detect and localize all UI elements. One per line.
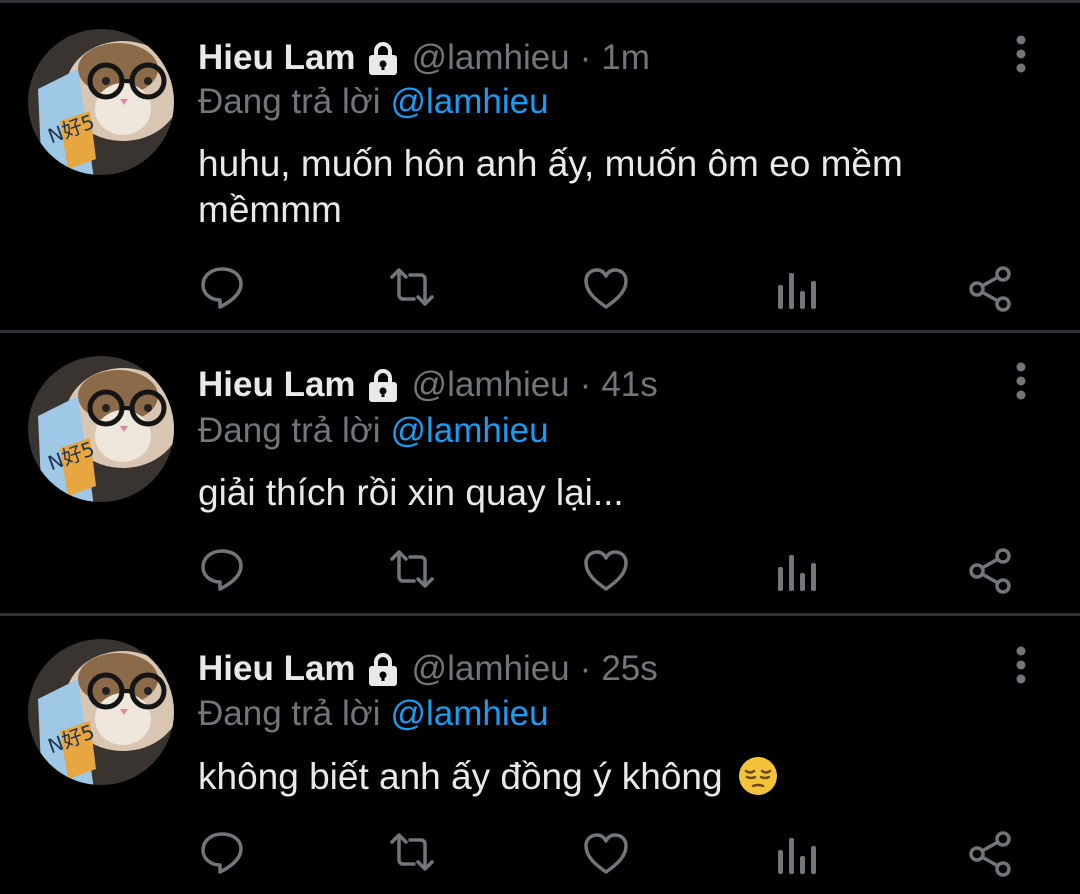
- retweet-icon: [390, 268, 434, 306]
- tweet-1[interactable]: N好5 Hieu Lam @lamhieu · 1m Đang trả lời …: [0, 3, 1080, 330]
- display-name[interactable]: Hieu Lam: [198, 649, 356, 689]
- analytics-button[interactable]: [774, 832, 822, 880]
- more-vertical-icon[interactable]: [1002, 361, 1040, 405]
- analytics-icon: [778, 555, 816, 591]
- avatar[interactable]: N好5: [28, 639, 174, 785]
- avatar[interactable]: N好5: [28, 356, 174, 502]
- separator: ·: [579, 38, 592, 77]
- analytics-icon: [778, 273, 816, 309]
- handle[interactable]: @lamhieu: [412, 365, 570, 405]
- share-button[interactable]: [966, 265, 1014, 313]
- retweet-button[interactable]: [388, 828, 436, 876]
- reply-icon: [201, 267, 243, 309]
- heart-icon: [584, 268, 628, 309]
- share-icon: [969, 831, 1011, 877]
- reply-icon: [201, 549, 243, 591]
- timestamp[interactable]: 41s: [601, 365, 657, 405]
- retweet-button[interactable]: [388, 545, 436, 593]
- tweet-3[interactable]: N好5 Hieu Lam @lamhieu · 25s Đang trả lời…: [0, 616, 1080, 894]
- heart-icon: [584, 833, 628, 874]
- retweet-icon: [390, 833, 434, 871]
- reply-prefix: Đang trả lời: [198, 694, 381, 733]
- share-button[interactable]: [966, 830, 1014, 878]
- reply-context: Đang trả lời @lamhieu: [198, 692, 549, 736]
- tweet-header: Hieu Lam @lamhieu · 25s: [198, 647, 658, 691]
- like-button[interactable]: [582, 547, 630, 595]
- retweet-button[interactable]: [388, 263, 436, 311]
- display-name[interactable]: Hieu Lam: [198, 38, 356, 78]
- retweet-icon: [390, 550, 434, 588]
- reply-context: Đang trả lời @lamhieu: [198, 409, 549, 453]
- more-vertical-icon[interactable]: [1002, 34, 1040, 78]
- tweet-text: giải thích rồi xin quay lại...: [198, 472, 624, 513]
- share-icon: [969, 548, 1011, 594]
- reply-mention[interactable]: @lamhieu: [390, 82, 548, 122]
- more-vertical-icon[interactable]: [1002, 645, 1040, 689]
- analytics-button[interactable]: [774, 267, 822, 315]
- heart-icon: [584, 550, 628, 591]
- reply-button[interactable]: [198, 263, 246, 311]
- timestamp[interactable]: 1m: [601, 38, 650, 78]
- reply-mention[interactable]: @lamhieu: [390, 411, 548, 451]
- reply-icon: [201, 832, 243, 874]
- tweet-text: không biết anh ấy đồng ý không: [198, 754, 988, 800]
- tweet-2[interactable]: N好5 Hieu Lam @lamhieu · 41s Đang trả lời…: [0, 333, 1080, 613]
- analytics-icon: [778, 838, 816, 874]
- reply-context: Đang trả lời @lamhieu: [198, 80, 549, 124]
- tweet-feed: N好5 Hieu Lam @lamhieu · 1m Đang trả lời …: [0, 0, 1080, 894]
- share-button[interactable]: [966, 547, 1014, 595]
- tweet-text: huhu, muốn hôn anh ấy, muốn ôm eo mềm mề…: [198, 143, 903, 230]
- separator: ·: [579, 649, 592, 688]
- reply-button[interactable]: [198, 828, 246, 876]
- share-icon: [969, 266, 1011, 312]
- analytics-button[interactable]: [774, 549, 822, 597]
- reply-prefix: Đang trả lời: [198, 411, 381, 450]
- separator: ·: [579, 365, 592, 404]
- like-button[interactable]: [582, 830, 630, 878]
- reply-button[interactable]: [198, 545, 246, 593]
- like-button[interactable]: [582, 265, 630, 313]
- display-name[interactable]: Hieu Lam: [198, 365, 356, 405]
- timestamp[interactable]: 25s: [601, 649, 657, 689]
- tweet-header: Hieu Lam @lamhieu · 1m: [198, 36, 650, 80]
- lock-icon: [364, 650, 402, 688]
- lock-icon: [364, 39, 402, 77]
- lock-icon: [364, 366, 402, 404]
- reply-prefix: Đang trả lời: [198, 82, 381, 121]
- tweet-header: Hieu Lam @lamhieu · 41s: [198, 363, 658, 407]
- pensive-face-emoji: [737, 755, 779, 797]
- reply-mention[interactable]: @lamhieu: [390, 694, 548, 734]
- handle[interactable]: @lamhieu: [412, 649, 570, 689]
- tweet-text-content: không biết anh ấy đồng ý không: [198, 756, 723, 797]
- handle[interactable]: @lamhieu: [412, 38, 570, 78]
- avatar[interactable]: N好5: [28, 29, 174, 175]
